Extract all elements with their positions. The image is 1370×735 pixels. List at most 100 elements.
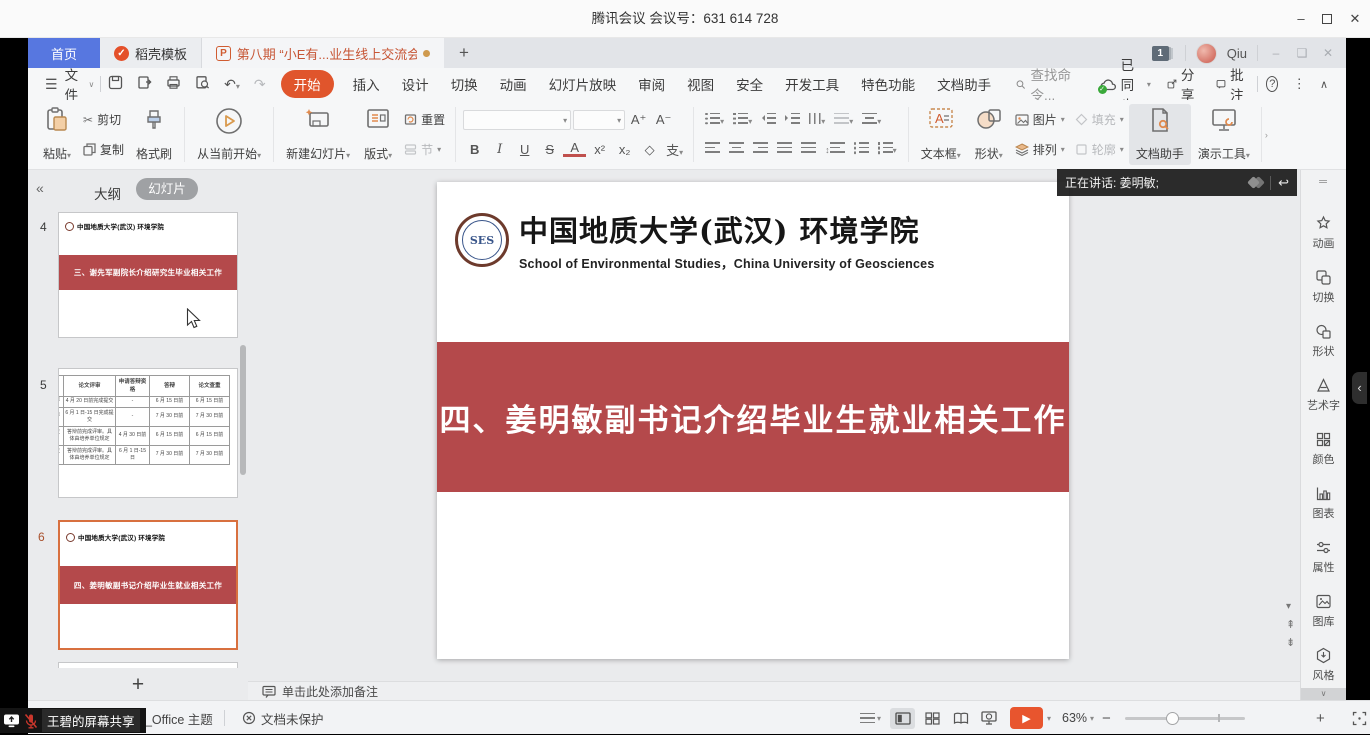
menu-file[interactable]: 文件	[65, 64, 85, 104]
scroll-down-icon[interactable]: ▾	[1286, 602, 1291, 612]
font-size-select[interactable]: ▾	[573, 110, 625, 130]
strikethrough-button[interactable]: S	[538, 142, 561, 157]
comment-button[interactable]: 批注	[1216, 64, 1249, 104]
sidebar-item-chart[interactable]: 图表	[1301, 476, 1346, 530]
reset-button[interactable]: 重置	[401, 110, 448, 129]
present-tools-button[interactable]: 演示工具▾	[1191, 104, 1257, 165]
increase-spacing-button[interactable]	[854, 140, 869, 158]
help-icon[interactable]: ?	[1266, 76, 1278, 92]
increase-indent-button[interactable]	[785, 111, 800, 129]
sidebar-item-shapes[interactable]: 形状	[1301, 314, 1346, 368]
outline-tab[interactable]: 大纲	[94, 183, 121, 203]
collapse-panel-button[interactable]: «	[36, 180, 44, 196]
paste-button[interactable]: 粘贴▾	[36, 104, 78, 165]
slide-5-thumbnail[interactable]: 辩 论文评审 申请答辩资格 答辩 论文查重 文评4 月 20 日前完成提交 -6…	[58, 368, 238, 498]
menu-dev-tools[interactable]: 开发工具	[785, 74, 839, 94]
normal-view-button[interactable]	[890, 708, 915, 729]
toolbar-overflow-button[interactable]: ›	[1261, 107, 1271, 162]
format-painter-button[interactable]: 格式刷	[129, 104, 179, 165]
menu-animation[interactable]: 动画	[500, 74, 527, 94]
numbered-list-button[interactable]: ▾	[733, 111, 752, 129]
subscript-button[interactable]: x₂	[613, 142, 636, 157]
slide-6-thumbnail-selected[interactable]: 中国地质大学(武汉) 环境学院 四、姜明敏副书记介绍毕业生就业相关工作	[58, 520, 238, 650]
paragraph-layout-button[interactable]: ▾	[862, 111, 881, 129]
muted-mic-icon[interactable]	[24, 713, 38, 729]
export-icon[interactable]	[137, 75, 152, 93]
zoom-out-button[interactable]: −	[1102, 701, 1111, 735]
zoom-in-button[interactable]: +	[1316, 701, 1325, 735]
slide-canvas[interactable]: SES 中国地质大学(武汉) 环境学院 School of Environmen…	[437, 182, 1069, 659]
menu-features[interactable]: 特色功能	[861, 74, 915, 94]
line-spacing-button[interactable]: ↕	[825, 140, 845, 158]
menu-slideshow[interactable]: 幻灯片放映	[549, 74, 617, 94]
decrease-spacing-button[interactable]: ▾	[878, 140, 897, 158]
text-frame-button[interactable]: ▾	[834, 111, 853, 129]
decrease-font-button[interactable]: A⁻	[652, 112, 675, 128]
sidebar-collapse-handle[interactable]: ‹	[1352, 372, 1367, 404]
sidebar-menu-icon[interactable]: ═	[1301, 176, 1346, 188]
sidebar-item-wordart[interactable]: 艺术字	[1301, 368, 1346, 422]
play-from-current-button[interactable]: 从当前开始▾	[190, 104, 268, 165]
bold-button[interactable]: B	[463, 142, 486, 157]
slide-layout-button[interactable]: 版式▾	[357, 104, 399, 165]
underline-button[interactable]: U	[513, 142, 536, 157]
notes-bar[interactable]: 单击此处添加备注	[248, 681, 1300, 700]
wps-maximize-button[interactable]: ❑	[1294, 46, 1310, 60]
font-color-button[interactable]: A	[563, 142, 586, 157]
slide-sorter-view-button[interactable]	[920, 708, 945, 729]
increase-font-button[interactable]: A⁺	[627, 112, 650, 128]
menu-review[interactable]: 审阅	[638, 74, 665, 94]
shapes-button[interactable]: 形状▾	[968, 104, 1010, 165]
zoom-slider-track[interactable]	[1125, 717, 1245, 720]
share-button[interactable]: 分享	[1167, 64, 1200, 104]
redo-icon[interactable]: ↷	[254, 76, 266, 93]
align-left-button[interactable]	[705, 140, 720, 158]
search-command[interactable]: 查找命令...	[1016, 64, 1077, 104]
slideshow-view-button[interactable]	[976, 708, 1001, 729]
phonetic-guide-button[interactable]: 支▾	[663, 140, 686, 159]
slide-4-thumbnail[interactable]: 中国地质大学(武汉) 环境学院 三、谢先军副院长介绍研究生毕业相关工作	[58, 212, 238, 338]
justify-button[interactable]	[777, 140, 792, 158]
document-protection-status[interactable]: 文档未保护	[242, 701, 324, 735]
sidebar-item-transition[interactable]: 切换	[1301, 260, 1346, 314]
tab-document[interactable]: P 第八期 “小E有...业生线上交流会	[202, 38, 444, 68]
panel-scrollbar-thumb[interactable]	[240, 345, 246, 475]
menu-security[interactable]: 安全	[736, 74, 763, 94]
align-center-button[interactable]	[729, 140, 744, 158]
clear-format-button[interactable]: ◇	[638, 142, 661, 158]
meeting-maximize-button[interactable]	[1322, 14, 1332, 24]
doc-assistant-button[interactable]: 文档助手	[1129, 104, 1191, 165]
sidebar-item-colors[interactable]: 颜色	[1301, 422, 1346, 476]
previous-slide-button[interactable]: ⇞	[1286, 620, 1295, 630]
outline-button[interactable]: 轮廓▾	[1072, 140, 1127, 159]
sidebar-item-gallery[interactable]: 图库	[1301, 584, 1346, 638]
new-slide-button[interactable]: 新建幻灯片▾	[279, 104, 357, 165]
sidebar-item-properties[interactable]: 属性	[1301, 530, 1346, 584]
sidebar-item-animation[interactable]: 动画	[1301, 206, 1346, 260]
text-direction-button[interactable]: ▾	[809, 111, 825, 129]
slides-tab[interactable]: 幻灯片	[136, 178, 198, 200]
align-right-button[interactable]	[753, 140, 768, 158]
cut-button[interactable]: ✂剪切	[80, 110, 127, 129]
wps-minimize-button[interactable]: –	[1268, 46, 1284, 60]
play-slideshow-button[interactable]: ▶	[1010, 707, 1043, 729]
menu-view[interactable]: 视图	[687, 74, 714, 94]
new-tab-button[interactable]: +	[444, 38, 484, 68]
menu-home[interactable]: 开始	[281, 70, 334, 98]
hamburger-icon[interactable]: ☰	[45, 76, 58, 93]
text-box-button[interactable]: A 文本框▾	[914, 104, 968, 165]
menu-doc-assistant[interactable]: 文档助手	[937, 74, 991, 94]
fill-button[interactable]: 填充▾	[1072, 110, 1127, 129]
meeting-minimize-button[interactable]: –	[1292, 10, 1310, 28]
zoom-slider-knob[interactable]	[1166, 712, 1179, 725]
window-count-badge[interactable]: 1	[1152, 46, 1169, 61]
print-preview-icon[interactable]	[195, 75, 210, 93]
reading-view-button[interactable]	[948, 708, 973, 729]
avatar[interactable]	[1196, 43, 1217, 64]
font-name-select[interactable]: ▾	[463, 110, 571, 130]
menu-insert[interactable]: 插入	[353, 74, 380, 94]
copy-button[interactable]: 复制	[80, 140, 127, 159]
more-options-icon[interactable]: ⋮	[1292, 76, 1306, 92]
undo-icon[interactable]: ↶▾	[224, 76, 240, 93]
add-slide-button[interactable]: +	[28, 673, 248, 697]
